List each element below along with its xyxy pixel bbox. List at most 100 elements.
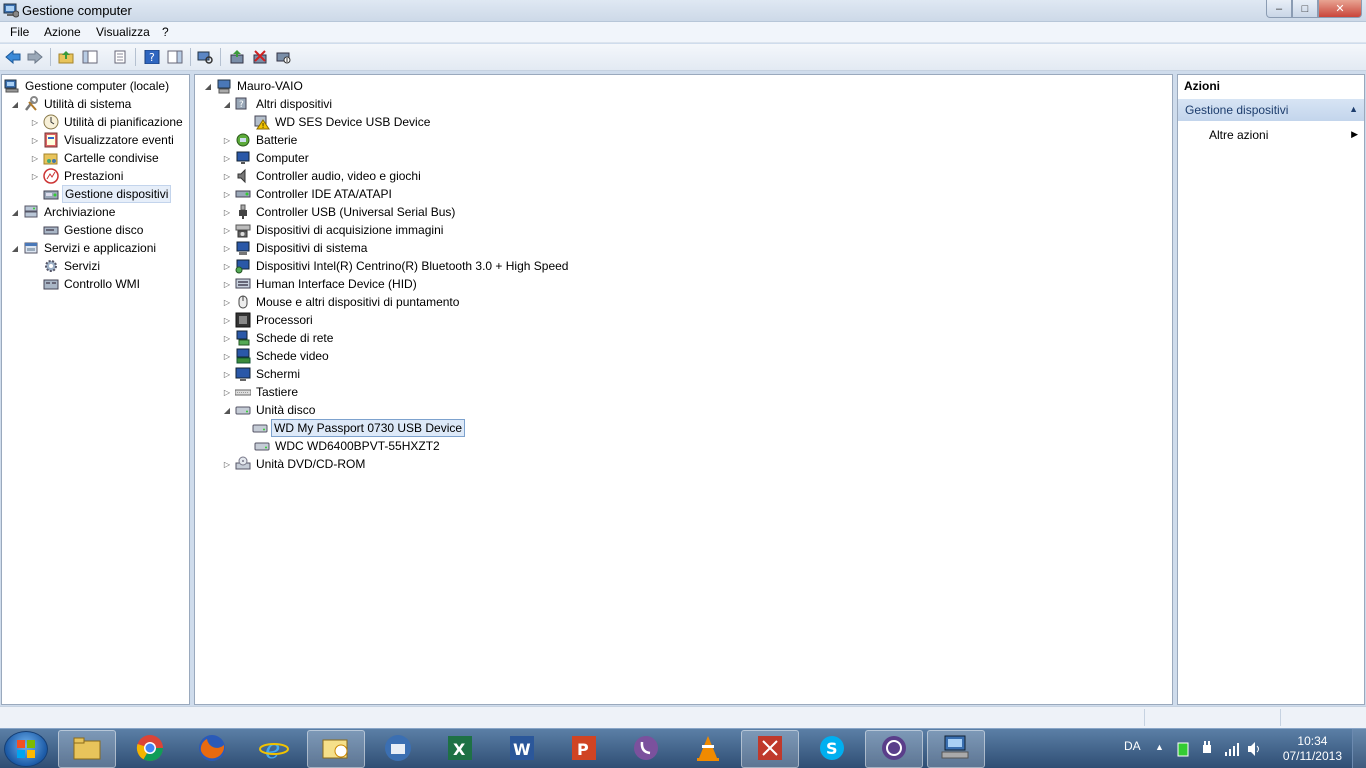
battery-tray-icon[interactable] [1176,741,1190,760]
expand-triangle-icon[interactable]: ▷ [222,387,232,397]
show-desktop-button[interactable] [1352,729,1366,768]
expand-triangle-icon[interactable]: ▷ [222,369,232,379]
taskbar-bittorrent[interactable] [865,730,923,768]
device-category-ide[interactable]: ▷ Controller IDE ATA/ATAPI [222,185,394,203]
collapse-triangle-icon[interactable]: ◢ [10,207,20,217]
device-category-dvd[interactable]: ▷ Unità DVD/CD-ROM [222,455,367,473]
tree-item-root[interactable]: Gestione computer (locale) [4,77,171,95]
taskbar-powerpoint[interactable]: P [555,730,613,768]
expand-triangle-icon[interactable]: ▷ [222,171,232,181]
taskbar-excel[interactable]: X [431,730,489,768]
update-driver-icon[interactable] [228,48,246,66]
taskbar-viber[interactable] [617,730,675,768]
power-plug-icon[interactable] [1200,741,1214,760]
taskbar-explorer[interactable] [58,730,116,768]
taskbar-app-red[interactable] [741,730,799,768]
taskbar-computer-management[interactable] [927,730,985,768]
altre-azioni-item[interactable]: Altre azioni ▶ [1178,125,1364,145]
device-category-mouse[interactable]: ▷ Mouse e altri dispositivi di puntament… [222,293,461,311]
tree-item-prestazioni[interactable]: ▷ Prestazioni [30,167,125,185]
expand-triangle-icon[interactable]: ▷ [30,171,40,181]
expand-triangle-icon[interactable]: ▷ [222,279,232,289]
device-tree-root[interactable]: ◢ Mauro-VAIO [203,77,305,95]
device-category-batterie[interactable]: ▷ Batterie [222,131,299,149]
expand-triangle-icon[interactable]: ▷ [222,351,232,361]
menu-azione[interactable]: Azione [44,25,81,39]
device-category-usb[interactable]: ▷ Controller USB (Universal Serial Bus) [222,203,457,221]
tree-item-cartelle[interactable]: ▷ Cartelle condivise [30,149,161,167]
expand-triangle-icon[interactable]: ▷ [222,225,232,235]
device-category-sistema[interactable]: ▷ Dispositivi di sistema [222,239,369,257]
device-category-schermi[interactable]: ▷ Schermi [222,365,302,383]
expand-triangle-icon[interactable]: ▷ [222,243,232,253]
collapse-up-icon[interactable]: ▲ [1349,104,1358,114]
device-category-tastiere[interactable]: ▷ Tastiere [222,383,300,401]
show-hide-action-pane-icon[interactable] [166,48,184,66]
actions-section-gestione-dispositivi[interactable]: Gestione dispositivi ▲ [1178,99,1364,121]
expand-triangle-icon[interactable]: ▷ [30,117,40,127]
tree-item-servizi-applicazioni[interactable]: ◢ Servizi e applicazioni [10,239,158,257]
taskbar-ie[interactable]: e [245,730,303,768]
menu-help[interactable]: ? [162,25,169,39]
device-wd-passport[interactable]: WD My Passport 0730 USB Device [252,419,466,437]
volume-icon[interactable] [1247,741,1263,760]
clock[interactable]: 10:34 07/11/2013 [1283,734,1342,764]
expand-triangle-icon[interactable]: ▷ [222,333,232,343]
collapse-triangle-icon[interactable]: ◢ [222,405,232,415]
device-category-altri[interactable]: ◢ ? Altri dispositivi [222,95,334,113]
up-folder-icon[interactable] [57,48,75,66]
device-category-hid[interactable]: ▷ Human Interface Device (HID) [222,275,419,293]
network-signal-icon[interactable] [1224,741,1240,760]
start-button[interactable] [4,731,48,767]
device-wd-ses[interactable]: ! WD SES Device USB Device [254,113,432,131]
properties-icon[interactable] [111,48,129,66]
tree-item-gestione-dispositivi[interactable]: Gestione dispositivi [43,185,172,203]
device-category-processori[interactable]: ▷ Processori [222,311,315,329]
tree-item-utilita-sistema[interactable]: ◢ Utilità di sistema [10,95,133,113]
tree-item-eventi[interactable]: ▷ Visualizzatore eventi [30,131,176,149]
expand-triangle-icon[interactable]: ▷ [30,153,40,163]
close-button[interactable]: ✕ [1318,0,1362,18]
device-category-bluetooth[interactable]: ▷ Dispositivi Intel(R) Centrino(R) Bluet… [222,257,570,275]
menu-visualizza[interactable]: Visualizza [96,25,150,39]
minimize-button[interactable]: – [1266,0,1292,18]
expand-triangle-icon[interactable]: ▷ [222,261,232,271]
taskbar-word[interactable]: W [493,730,551,768]
expand-triangle-icon[interactable]: ▷ [222,297,232,307]
collapse-triangle-icon[interactable]: ◢ [10,243,20,253]
collapse-triangle-icon[interactable]: ◢ [222,99,232,109]
collapse-triangle-icon[interactable]: ◢ [10,99,20,109]
device-wdc[interactable]: WDC WD6400BPVT-55HXZT2 [254,437,442,455]
maximize-button[interactable]: □ [1292,0,1318,18]
tree-item-archiviazione[interactable]: ◢ Archiviazione [10,203,117,221]
device-category-audio[interactable]: ▷ Controller audio, video e giochi [222,167,423,185]
tree-item-wmi[interactable]: Controllo WMI [43,275,142,293]
tree-item-servizi[interactable]: Servizi [43,257,102,275]
scan-hardware-icon[interactable] [196,48,214,66]
tree-item-pianificazione[interactable]: ▷ Utilità di pianificazione [30,113,185,131]
disable-device-icon[interactable] [274,48,292,66]
show-hidden-icons-icon[interactable]: ▲ [1155,742,1164,752]
taskbar-thunderbird[interactable] [369,730,427,768]
expand-triangle-icon[interactable]: ▷ [222,189,232,199]
taskbar-mail[interactable] [307,730,365,768]
expand-triangle-icon[interactable]: ▷ [222,153,232,163]
language-indicator[interactable]: DA [1124,739,1141,753]
expand-triangle-icon[interactable]: ▷ [222,315,232,325]
taskbar-vlc[interactable] [679,730,737,768]
device-category-unita-disco[interactable]: ◢ Unità disco [222,401,317,419]
device-category-computer[interactable]: ▷ Computer [222,149,311,167]
forward-arrow-icon[interactable] [26,48,44,66]
expand-triangle-icon[interactable]: ▷ [222,207,232,217]
taskbar-chrome[interactable] [121,730,179,768]
device-category-video[interactable]: ▷ Schede video [222,347,331,365]
menu-file[interactable]: File [10,25,29,39]
expand-triangle-icon[interactable]: ▷ [222,459,232,469]
taskbar-firefox[interactable] [183,730,241,768]
expand-triangle-icon[interactable]: ▷ [222,135,232,145]
tree-item-gestione-disco[interactable]: Gestione disco [43,221,145,239]
back-arrow-icon[interactable] [4,48,22,66]
show-hide-tree-icon[interactable] [81,48,99,66]
device-category-imaging[interactable]: ▷ Dispositivi di acquisizione immagini [222,221,445,239]
help-icon[interactable]: ? [143,48,161,66]
